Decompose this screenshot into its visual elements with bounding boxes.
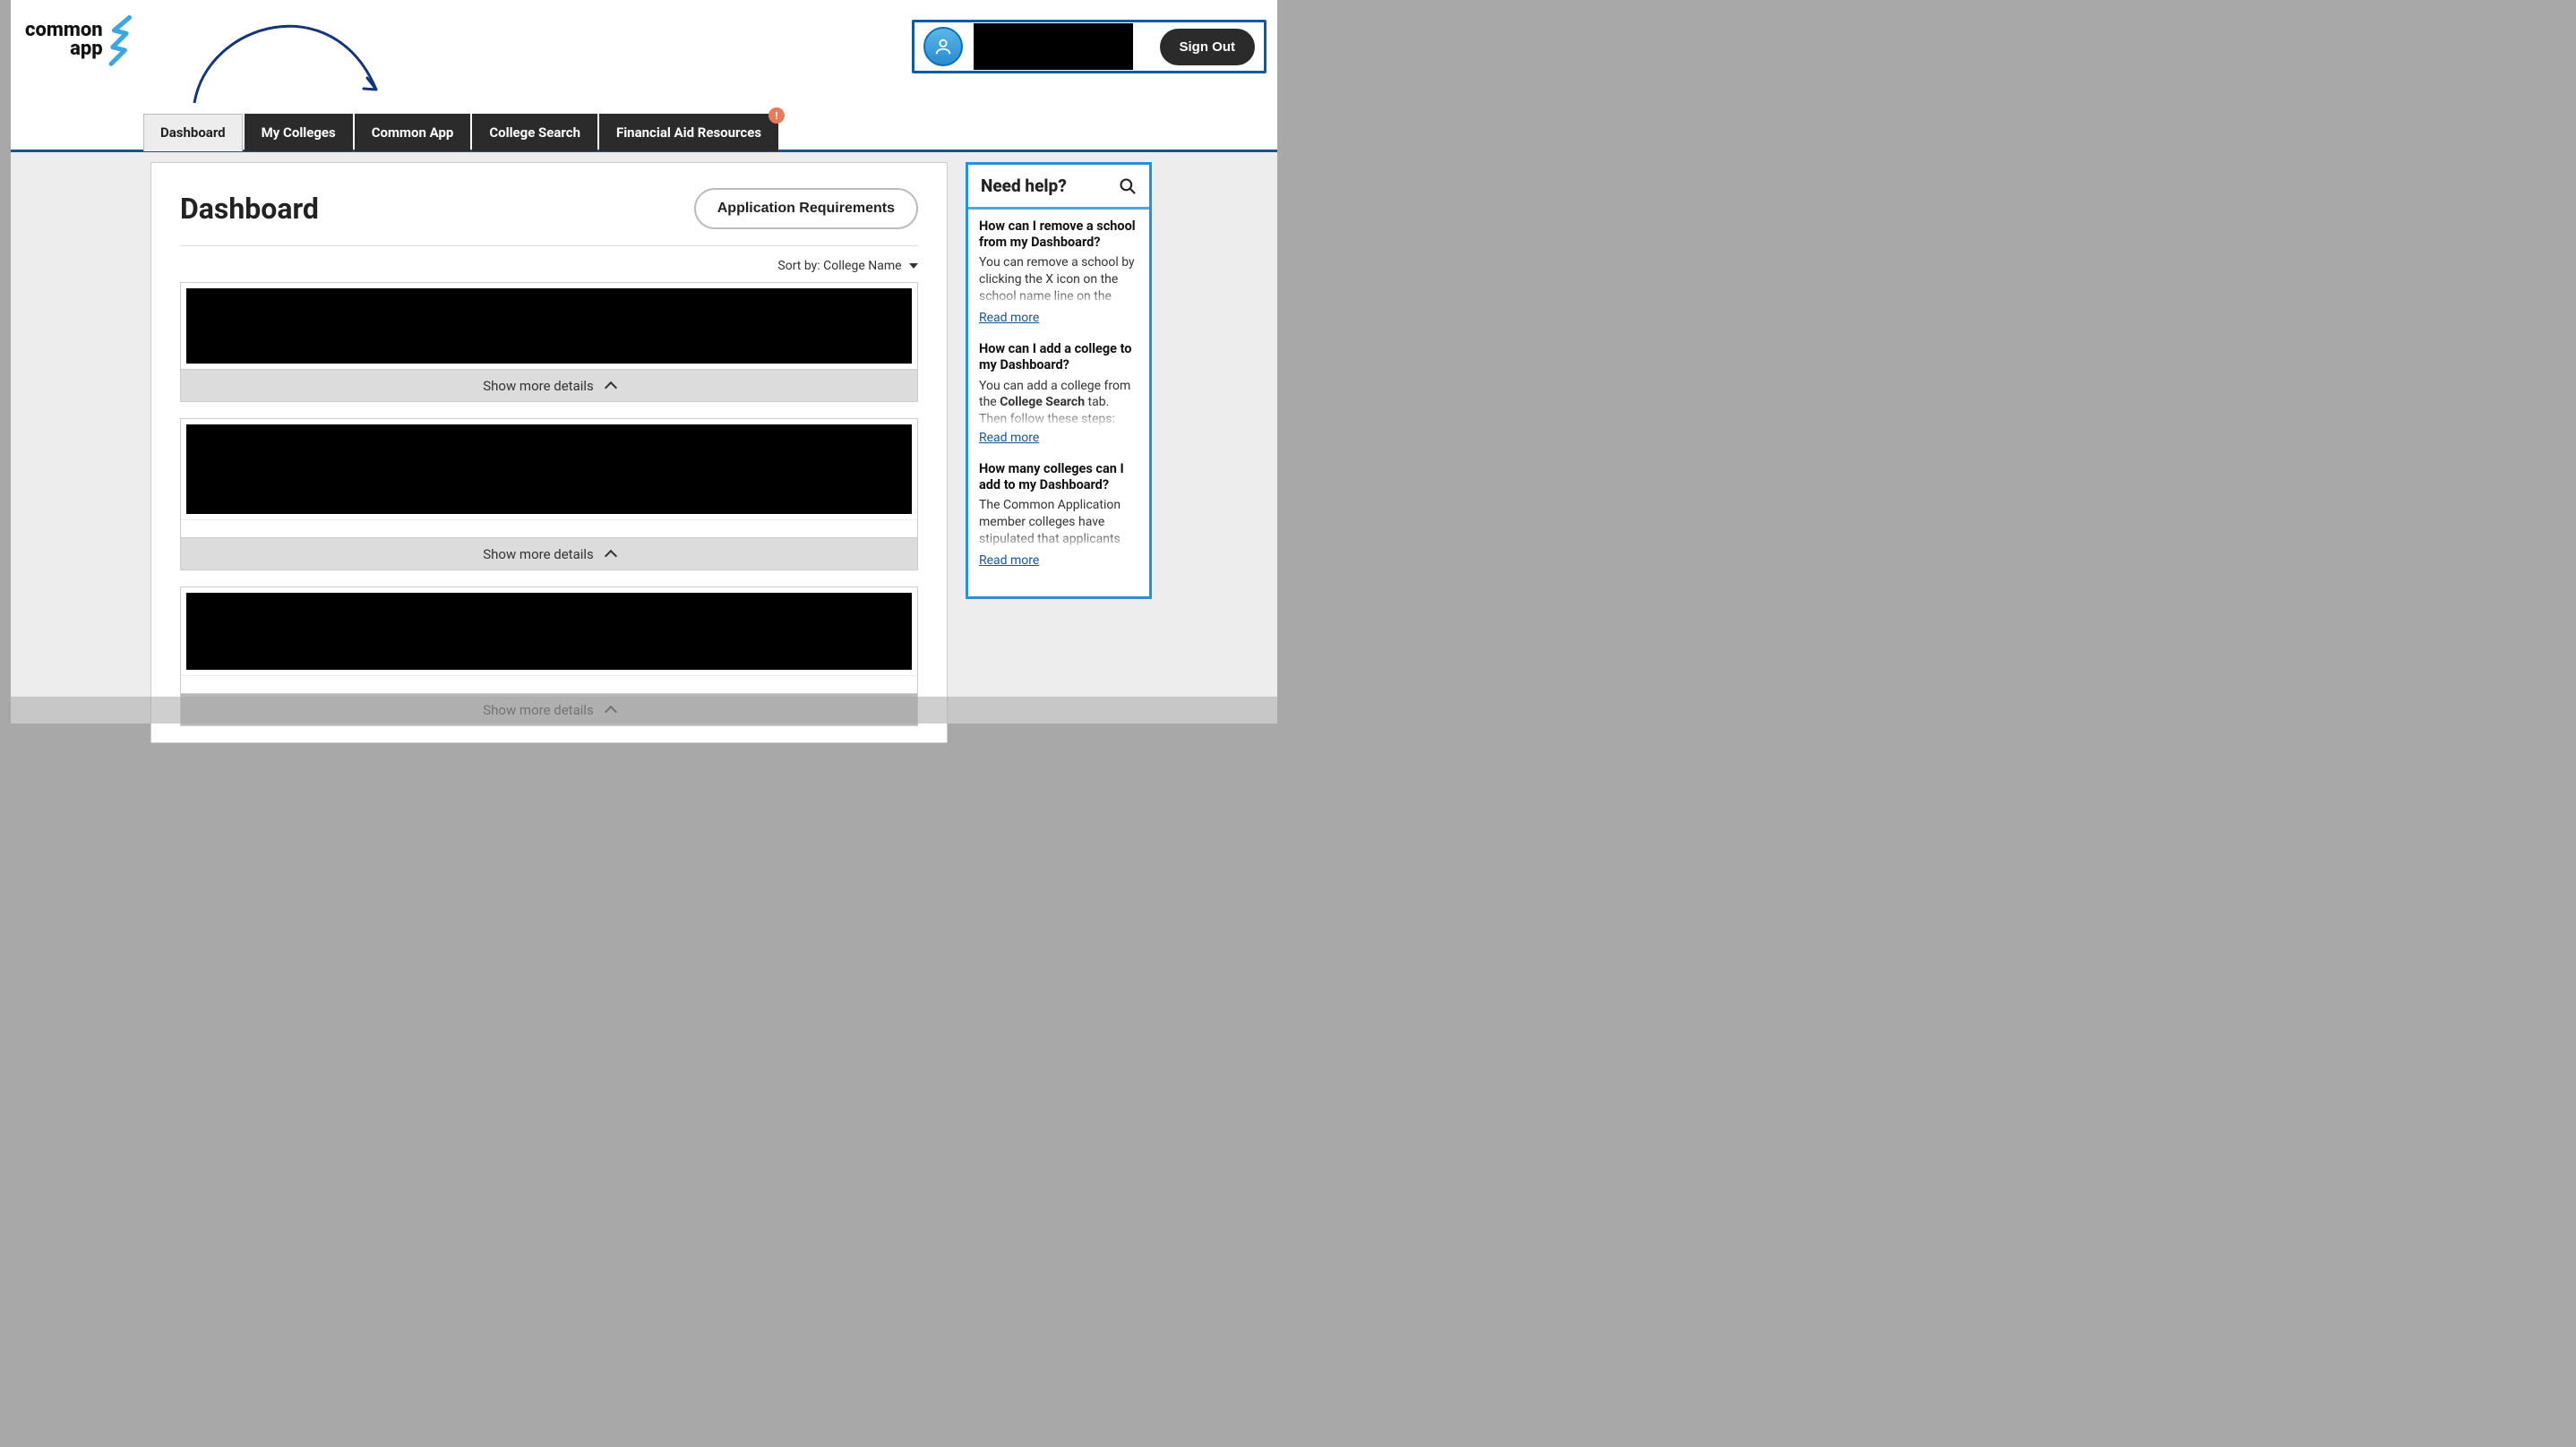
read-more-link[interactable]: Read more: [979, 311, 1039, 325]
college-2-extra-row: [181, 519, 917, 537]
help-answer: The Common Application member colleges h…: [979, 497, 1138, 551]
sort-control[interactable]: Sort by: College Name: [180, 246, 918, 282]
help-body: How can I remove a school from my Dashbo…: [968, 210, 1149, 596]
sort-label: Sort by:: [777, 259, 823, 273]
help-item-1: How can I remove a school from my Dashbo…: [979, 218, 1138, 325]
tab-college-search[interactable]: College Search: [472, 114, 597, 151]
caret-down-icon: [909, 263, 918, 269]
logo-mark-icon: [107, 13, 137, 67]
chevron-up-icon: [605, 381, 617, 393]
user-account-box: Sign Out: [912, 20, 1267, 73]
dashboard-card: Dashboard Application Requirements Sort …: [150, 162, 948, 743]
help-question: How can I add a college to my Dashboard?: [979, 341, 1138, 373]
avatar[interactable]: [923, 27, 963, 66]
dashboard-header: Dashboard Application Requirements: [180, 188, 918, 246]
user-name-redacted: [974, 23, 1133, 70]
college-entry-1: Show more details: [180, 282, 918, 402]
college-1-redacted: [186, 288, 912, 364]
read-more-link[interactable]: Read more: [979, 431, 1039, 445]
tab-financial-aid[interactable]: Financial Aid Resources !: [599, 114, 778, 151]
show-more-label: Show more details: [483, 546, 594, 562]
annotation-arrow: [181, 4, 405, 107]
help-item-3: How many colleges can I add to my Dashbo…: [979, 461, 1138, 568]
tab-dashboard[interactable]: Dashboard: [143, 114, 243, 151]
college-3-extra-row: [181, 675, 917, 693]
college-3-redacted: [186, 593, 912, 670]
show-more-label: Show more details: [483, 378, 594, 394]
sign-out-button[interactable]: Sign Out: [1160, 29, 1256, 65]
show-more-button-1[interactable]: Show more details: [181, 369, 917, 401]
tab-financial-aid-label: Financial Aid Resources: [616, 124, 761, 141]
show-more-button-2[interactable]: Show more details: [181, 537, 917, 569]
college-entry-3: Show more details: [180, 587, 918, 726]
chevron-up-icon: [605, 549, 617, 561]
help-answer: You can remove a school by clicking the …: [979, 254, 1138, 308]
show-more-label: Show more details: [483, 702, 594, 718]
college-entry-2: Show more details: [180, 418, 918, 570]
help-question: How can I remove a school from my Dashbo…: [979, 218, 1138, 251]
main-content: Dashboard Application Requirements Sort …: [143, 155, 955, 724]
logo[interactable]: common app: [25, 13, 137, 67]
tab-common-app[interactable]: Common App: [355, 114, 471, 151]
chevron-up-icon: [605, 705, 617, 717]
main-tabs: Dashboard My Colleges Common App College…: [143, 114, 778, 151]
alert-badge-icon: !: [769, 107, 785, 124]
logo-text: common app: [25, 21, 103, 59]
college-2-redacted: [186, 424, 912, 514]
header-bar: common app Sign Out Dashboard My Col: [11, 0, 1277, 152]
user-icon: [933, 37, 953, 56]
help-answer: You can add a college from the College S…: [979, 378, 1138, 429]
help-item-2: How can I add a college to my Dashboard?…: [979, 341, 1138, 445]
show-more-button-3[interactable]: Show more details: [181, 693, 917, 725]
read-more-link[interactable]: Read more: [979, 553, 1039, 568]
page-title: Dashboard: [180, 192, 319, 226]
sort-value: College Name: [823, 259, 901, 273]
tab-my-colleges[interactable]: My Colleges: [245, 114, 353, 151]
help-question: How many colleges can I add to my Dashbo…: [979, 461, 1138, 493]
search-icon[interactable]: [1119, 177, 1137, 195]
help-title: Need help?: [981, 176, 1067, 196]
help-panel: Need help? How can I remove a school fro…: [966, 162, 1152, 599]
help-header: Need help?: [968, 165, 1149, 210]
application-requirements-button[interactable]: Application Requirements: [694, 188, 918, 229]
